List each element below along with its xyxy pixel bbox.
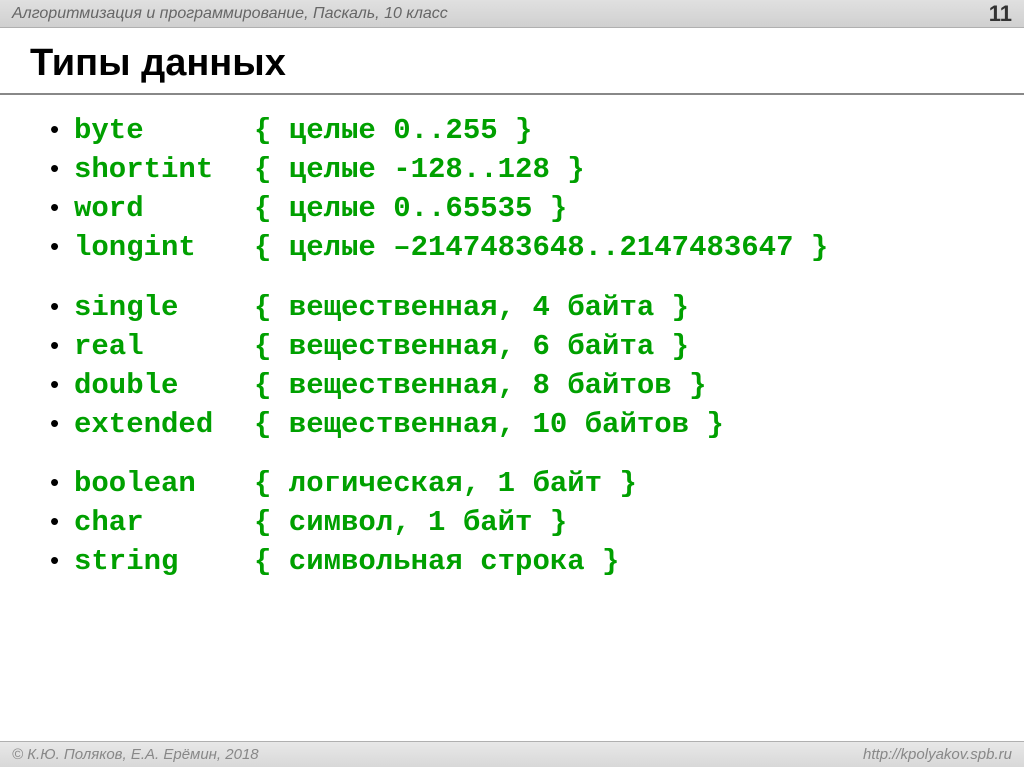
type-desc: { вещественная, 4 байта } bbox=[254, 288, 689, 327]
bullet-icon: • bbox=[50, 328, 74, 363]
type-row: • single { вещественная, 4 байта } bbox=[50, 288, 974, 327]
type-name: word bbox=[74, 189, 254, 228]
type-row: • boolean { логическая, 1 байт } bbox=[50, 464, 974, 503]
bullet-icon: • bbox=[50, 465, 74, 500]
bullet-icon: • bbox=[50, 367, 74, 402]
type-desc: { символ, 1 байт } bbox=[254, 503, 567, 542]
footer-copyright: © К.Ю. Поляков, Е.А. Ерёмин, 2018 bbox=[12, 746, 259, 763]
type-row: • real { вещественная, 6 байта } bbox=[50, 327, 974, 366]
bullet-icon: • bbox=[50, 190, 74, 225]
type-group-real: • single { вещественная, 4 байта } • rea… bbox=[50, 288, 974, 445]
bullet-icon: • bbox=[50, 543, 74, 578]
content-area: • byte { целые 0..255 } • shortint { цел… bbox=[0, 95, 1024, 582]
type-group-integer: • byte { целые 0..255 } • shortint { цел… bbox=[50, 111, 974, 268]
type-desc: { целые -128..128 } bbox=[254, 150, 585, 189]
type-desc: { вещественная, 10 байтов } bbox=[254, 405, 724, 444]
type-name: single bbox=[74, 288, 254, 327]
type-desc: { целые 0..255 } bbox=[254, 111, 532, 150]
bullet-icon: • bbox=[50, 406, 74, 441]
type-row: • string { символьная строка } bbox=[50, 542, 974, 581]
bullet-icon: • bbox=[50, 151, 74, 186]
type-name: double bbox=[74, 366, 254, 405]
type-row: • longint { целые –2147483648..214748364… bbox=[50, 228, 974, 267]
type-desc: { логическая, 1 байт } bbox=[254, 464, 637, 503]
type-row: • word { целые 0..65535 } bbox=[50, 189, 974, 228]
bullet-icon: • bbox=[50, 229, 74, 264]
type-name: real bbox=[74, 327, 254, 366]
bullet-icon: • bbox=[50, 289, 74, 324]
type-desc: { целые –2147483648..2147483647 } bbox=[254, 228, 828, 267]
type-name: longint bbox=[74, 228, 254, 267]
type-list: • byte { целые 0..255 } • shortint { цел… bbox=[50, 111, 974, 582]
header-bar: Алгоритмизация и программирование, Паска… bbox=[0, 0, 1024, 28]
footer-bar: © К.Ю. Поляков, Е.А. Ерёмин, 2018 http:/… bbox=[0, 741, 1024, 767]
type-desc: { вещественная, 8 байтов } bbox=[254, 366, 706, 405]
type-desc: { целые 0..65535 } bbox=[254, 189, 567, 228]
type-name: string bbox=[74, 542, 254, 581]
bullet-icon: • bbox=[50, 112, 74, 147]
type-row: • shortint { целые -128..128 } bbox=[50, 150, 974, 189]
type-desc: { вещественная, 6 байта } bbox=[254, 327, 689, 366]
type-name: shortint bbox=[74, 150, 254, 189]
footer-url: http://kpolyakov.spb.ru bbox=[863, 746, 1012, 763]
type-desc: { символьная строка } bbox=[254, 542, 619, 581]
type-row: • char { символ, 1 байт } bbox=[50, 503, 974, 542]
type-group-other: • boolean { логическая, 1 байт } • char … bbox=[50, 464, 974, 581]
type-name: extended bbox=[74, 405, 254, 444]
type-name: char bbox=[74, 503, 254, 542]
bullet-icon: • bbox=[50, 504, 74, 539]
type-name: boolean bbox=[74, 464, 254, 503]
header-title: Алгоритмизация и программирование, Паска… bbox=[12, 5, 448, 23]
type-row: • byte { целые 0..255 } bbox=[50, 111, 974, 150]
type-row: • extended { вещественная, 10 байтов } bbox=[50, 405, 974, 444]
type-name: byte bbox=[74, 111, 254, 150]
slide-title: Типы данных bbox=[0, 28, 1024, 95]
page-number: 11 bbox=[989, 1, 1012, 27]
type-row: • double { вещественная, 8 байтов } bbox=[50, 366, 974, 405]
